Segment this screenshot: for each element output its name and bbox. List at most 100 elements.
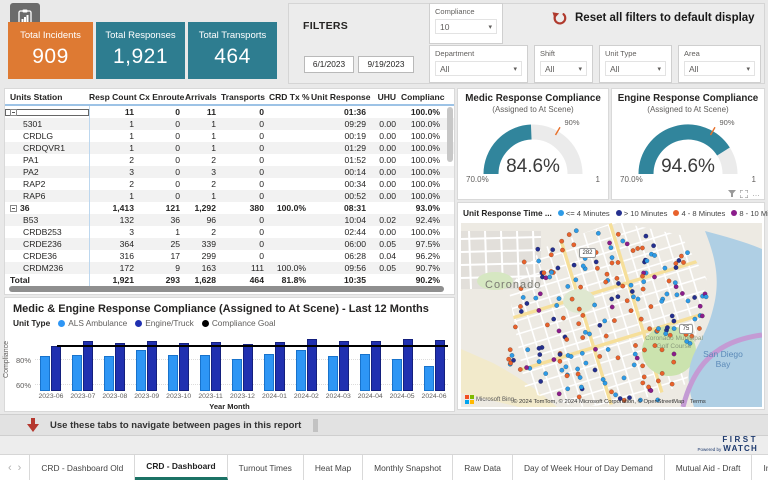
bar-engine-truck[interactable] [115,343,126,391]
map-incident-dot[interactable] [520,294,526,300]
map-incident-dot[interactable] [635,246,641,251]
map-incident-dot[interactable] [640,273,645,279]
map-incident-dot[interactable] [547,274,553,280]
map-incident-dot[interactable] [608,245,614,251]
matrix-value-cell[interactable]: 299 [185,251,221,261]
map-incident-dot[interactable] [609,255,615,261]
map-incident-dot[interactable] [592,302,598,308]
map-incident-dot[interactable] [647,326,653,332]
filter-icon[interactable] [728,190,736,198]
matrix-value-cell[interactable]: 0 [221,107,269,117]
matrix-value-cell[interactable]: 36 [139,215,185,225]
matrix-value-cell[interactable]: 1 [89,143,139,153]
map-incident-dot[interactable] [655,378,661,384]
map-incident-dot[interactable] [641,374,647,380]
map-incident-dot[interactable] [582,329,588,335]
map-incident-dot[interactable] [543,371,549,377]
reset-filters-button[interactable]: Reset all filters to default display [551,10,755,26]
map-incident-dot[interactable] [685,250,690,256]
matrix-value-cell[interactable]: 1,921 [89,275,139,285]
matrix-horizontal-scrollbar[interactable] [9,286,444,292]
map-incident-dot[interactable] [616,281,621,286]
map-incident-dot[interactable] [633,343,638,348]
map-incident-dot[interactable] [669,381,675,387]
matrix-value-cell[interactable]: 0 [221,191,269,201]
matrix-value-cell[interactable]: 0 [139,167,185,177]
map-incident-dot[interactable] [573,277,579,283]
matrix-value-cell[interactable]: 293 [139,275,185,285]
map-incident-dot[interactable] [524,365,530,371]
matrix-value-cell[interactable]: 163 [185,263,221,273]
collapse-icon[interactable] [10,108,17,116]
map-incident-dot[interactable] [628,308,634,314]
tab-inc-count-resp-performance[interactable]: Inc Count & Resp Performance [752,455,768,480]
date-from-input[interactable]: 6/1/2023 [304,55,354,73]
matrix-value-cell[interactable]: 1 [89,191,139,201]
matrix-value-cell[interactable]: 2 [185,179,221,189]
map-incident-dot[interactable] [629,289,635,294]
matrix-column-header[interactable]: Cx Enroute [139,92,185,102]
matrix-column-header[interactable]: Resp Count [89,92,139,102]
map-incident-dot[interactable] [507,347,513,353]
tab-heat-map[interactable]: Heat Map [304,455,364,480]
map-incident-dot[interactable] [537,352,543,358]
matrix-value-cell[interactable]: 0.00 [371,155,401,165]
matrix-value-cell[interactable]: 0.02 [371,215,401,225]
bar-engine-truck[interactable] [147,341,158,391]
matrix-value-cell[interactable]: 339 [185,239,221,249]
matrix-station-cell[interactable]: PA1 [5,155,89,165]
map-incident-dot[interactable] [544,322,550,328]
matrix-value-cell[interactable]: 08:31 [311,203,371,213]
bar-als-ambulance[interactable] [263,353,274,391]
matrix-value-cell[interactable]: 0.00 [371,119,401,129]
map-incident-dot[interactable] [659,298,665,304]
map-incident-dot[interactable] [582,256,588,261]
map-incident-dot[interactable] [577,375,583,380]
map-incident-dot[interactable] [541,270,547,276]
matrix-station-cell[interactable]: CRDLG [5,131,89,141]
matrix-value-cell[interactable]: 81.8% [269,275,311,285]
map-terms-link[interactable]: Terms [690,399,706,405]
matrix-value-cell[interactable]: 3 [89,227,139,237]
matrix-station-cell[interactable]: B53 [5,215,89,225]
matrix-value-cell[interactable]: 0.00 [371,143,401,153]
map-incident-dot[interactable] [689,333,695,339]
matrix-value-cell[interactable]: 0 [221,155,269,165]
bar-als-ambulance[interactable] [423,366,434,391]
map-incident-dot[interactable] [664,291,670,297]
matrix-value-cell[interactable]: 172 [89,263,139,273]
matrix-value-cell[interactable]: 10:35 [311,275,371,285]
matrix-value-cell[interactable]: 1 [185,119,221,129]
map-incident-dot[interactable] [569,296,575,302]
matrix-value-cell[interactable]: 01:52 [311,155,371,165]
map-incident-dot[interactable] [621,375,627,381]
matrix-column-header[interactable]: Unit Response [311,92,371,102]
matrix-value-cell[interactable]: 364 [89,239,139,249]
map-incident-dot[interactable] [555,265,561,271]
bar-engine-truck[interactable] [338,340,349,391]
map-incident-dot[interactable] [556,296,562,302]
matrix-value-cell[interactable]: 0 [221,143,269,153]
map-incident-dot[interactable] [615,260,621,265]
map-incident-dot[interactable] [624,241,630,247]
map-incident-dot[interactable] [692,316,698,322]
matrix-value-cell[interactable]: 11 [89,107,139,117]
map-incident-dot[interactable] [556,391,562,397]
matrix-value-cell[interactable]: 100.0% [401,143,445,153]
map-incident-dot[interactable] [578,384,584,390]
matrix-value-cell[interactable]: 0 [139,131,185,141]
map-incident-dot[interactable] [557,351,563,357]
matrix-value-cell[interactable]: 464 [221,275,269,285]
map-incident-dot[interactable] [666,278,672,284]
matrix-value-cell[interactable]: 06:28 [311,251,371,261]
matrix-value-cell[interactable]: 9 [139,263,185,273]
tab-raw-data[interactable]: Raw Data [453,455,513,480]
matrix-value-cell[interactable]: 01:29 [311,143,371,153]
map-incident-dot[interactable] [615,355,621,361]
map-incident-dot[interactable] [703,294,709,300]
matrix-value-cell[interactable]: 0 [221,167,269,177]
bar-engine-truck[interactable] [179,343,190,391]
map-incident-dot[interactable] [595,230,601,236]
bar-als-ambulance[interactable] [168,354,179,391]
map-incident-dot[interactable] [607,240,613,246]
